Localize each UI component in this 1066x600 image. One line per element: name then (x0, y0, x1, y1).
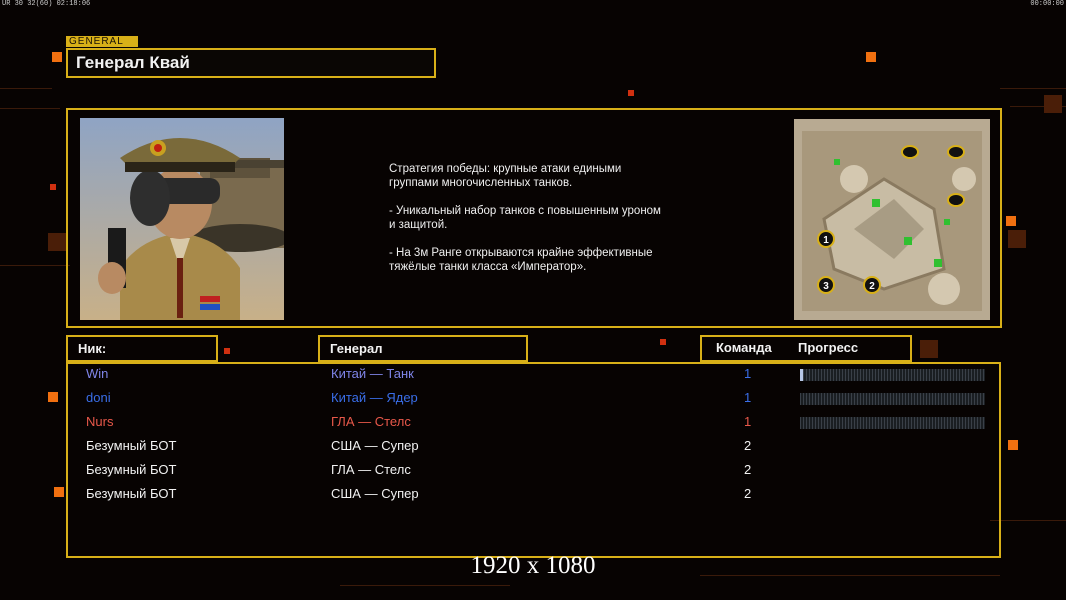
player-team: 2 (744, 438, 752, 453)
strategy-bullet-2: - На 3м Ранге открываются крайне эффекти… (389, 247, 653, 273)
player-general: ГЛА — Стелс (331, 462, 411, 477)
start-marker-1: 1 (817, 230, 835, 248)
player-row: Безумный БОТ США — Супер 2 (86, 486, 986, 510)
svg-text:3: 3 (823, 281, 829, 292)
progress-bar (800, 369, 985, 381)
player-nick: Безумный БОТ (86, 486, 177, 501)
player-general: Китай — Ядер (331, 390, 418, 405)
team-header: Команда (716, 340, 772, 355)
strategy-bullet-1: - Уникальный набор танков с повышенным у… (389, 205, 661, 231)
progress-bar (800, 393, 985, 405)
svg-text:1: 1 (823, 235, 829, 246)
player-general: США — Супер (331, 438, 419, 453)
player-nick: Win (86, 366, 109, 381)
general-title: Генерал Квай (66, 48, 436, 78)
player-nick: Безумный БОТ (86, 438, 177, 453)
player-team: 2 (744, 462, 752, 477)
resolution-label: 1920 x 1080 (470, 552, 596, 579)
player-general: США — Супер (331, 486, 419, 501)
player-team: 1 (744, 414, 752, 429)
hud-clock: 00:00:00 (1030, 0, 1064, 8)
svg-text:2: 2 (869, 281, 875, 292)
player-nick: Nurs (86, 414, 114, 429)
progress-fill (800, 369, 803, 381)
player-nick: Безумный БОТ (86, 462, 177, 477)
player-row: Безумный БОТ США — Супер 2 (86, 438, 986, 462)
hud-stats: UR 30 32(60) 02:18:06 (2, 0, 91, 8)
general-header: Генерал (318, 335, 528, 362)
start-marker-3: 3 (817, 276, 835, 294)
strategy-description: Стратегия победы: крупные атаки едиными … (389, 162, 719, 288)
nick-header: Ник: (66, 335, 218, 362)
player-row: Win Китай — Танк 1 (86, 366, 986, 390)
player-row: Безумный БОТ ГЛА — Стелс 2 (86, 462, 986, 486)
player-general: ГЛА — Стелс (331, 414, 411, 429)
player-team: 1 (744, 390, 752, 405)
player-row: doni Китай — Ядер 1 (86, 390, 986, 414)
general-tag: GENERAL (66, 36, 138, 47)
player-team: 1 (744, 366, 752, 381)
player-general: Китай — Танк (331, 366, 414, 381)
strategy-summary: Стратегия победы: крупные атаки едиными … (389, 163, 622, 189)
player-nick: doni (86, 390, 111, 405)
player-team: 2 (744, 486, 752, 501)
progress-header: Прогресс (798, 340, 859, 355)
general-portrait (80, 118, 284, 320)
minimap: 1 2 3 (794, 119, 990, 320)
progress-bar (800, 417, 985, 429)
start-marker-2: 2 (863, 276, 881, 294)
player-row: Nurs ГЛА — Стелс 1 (86, 414, 986, 438)
